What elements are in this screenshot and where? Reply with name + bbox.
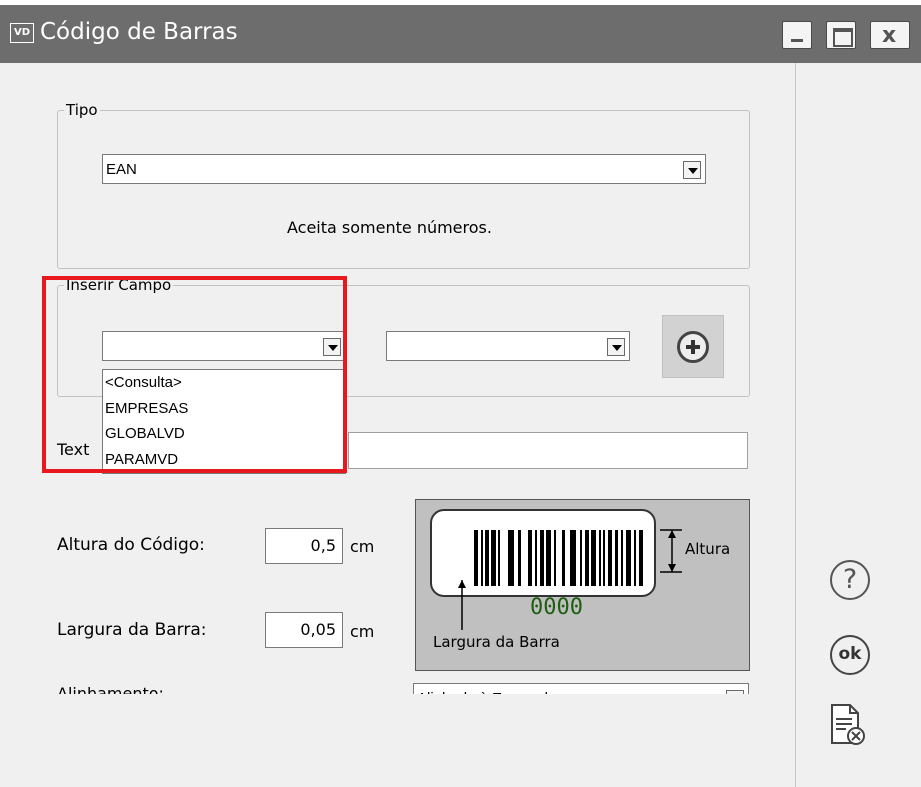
app-icon: VD bbox=[10, 23, 34, 43]
tipo-select[interactable]: EAN bbox=[102, 154, 706, 184]
barcode-preview: 0000 Altura Largura da Barra bbox=[415, 499, 750, 671]
window-title: Código de Barras bbox=[40, 19, 238, 45]
add-field-button[interactable] bbox=[662, 315, 724, 378]
altura-unit: cm bbox=[350, 537, 375, 556]
tipo-legend: Tipo bbox=[66, 101, 98, 119]
tipo-group: Tipo bbox=[57, 101, 750, 269]
action-panel bbox=[795, 63, 921, 787]
largura-unit: cm bbox=[350, 622, 375, 641]
scroll-clip-area bbox=[0, 694, 795, 787]
altura-caption: Altura bbox=[685, 540, 731, 558]
plus-circle-icon bbox=[677, 331, 709, 363]
largura-caption: Largura da Barra bbox=[433, 633, 560, 651]
chevron-down-icon[interactable] bbox=[607, 338, 625, 356]
maximize-button[interactable] bbox=[826, 21, 856, 49]
altura-label: Altura do Código: bbox=[57, 535, 205, 555]
minimize-button[interactable] bbox=[782, 21, 812, 49]
title-bar: VD Código de Barras x bbox=[0, 0, 921, 63]
ok-icon[interactable]: ok bbox=[830, 635, 870, 675]
chevron-down-icon[interactable] bbox=[683, 161, 701, 179]
close-button[interactable]: x bbox=[870, 21, 910, 49]
document-cancel-glyph bbox=[831, 704, 865, 745]
close-icon: x bbox=[882, 23, 897, 48]
campo-field-select[interactable] bbox=[386, 331, 630, 361]
help-icon[interactable]: ? bbox=[830, 560, 870, 600]
texto-input[interactable] bbox=[348, 432, 748, 469]
tipo-select-value: EAN bbox=[106, 161, 137, 178]
altura-input[interactable]: 0,5 bbox=[265, 528, 343, 564]
largura-label: Largura da Barra: bbox=[57, 620, 207, 640]
highlight-annotation bbox=[42, 276, 347, 473]
largura-input[interactable]: 0,05 bbox=[265, 612, 343, 648]
cancel-report-icon[interactable] bbox=[830, 703, 866, 747]
tipo-hint: Aceita somente números. bbox=[287, 218, 492, 237]
